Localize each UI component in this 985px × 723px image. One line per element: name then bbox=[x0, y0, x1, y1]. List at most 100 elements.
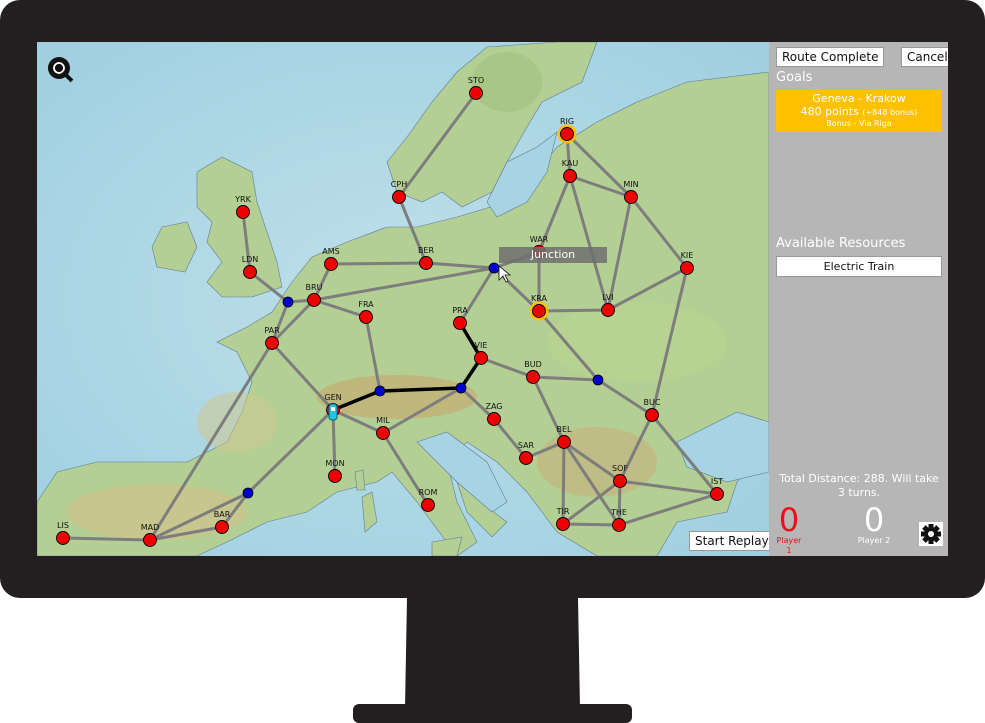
city-label: ZAG bbox=[485, 402, 502, 411]
junction-node[interactable] bbox=[374, 385, 386, 397]
city-label: GEN bbox=[324, 393, 341, 402]
player1-label: Player 1 bbox=[776, 536, 802, 555]
city-label: KIE bbox=[681, 251, 694, 260]
city-label: WAR bbox=[530, 235, 549, 244]
city-node[interactable] bbox=[359, 310, 373, 324]
junction-node[interactable] bbox=[242, 487, 254, 499]
city-node[interactable] bbox=[243, 265, 257, 279]
city-node[interactable] bbox=[680, 261, 694, 275]
city-label: BRU bbox=[306, 283, 323, 292]
cancel-button[interactable]: Cancel bbox=[901, 47, 948, 67]
city-label: KRA bbox=[531, 294, 547, 303]
city-node[interactable] bbox=[324, 257, 338, 271]
city-node[interactable] bbox=[526, 370, 540, 384]
total-distance: Total Distance: 288. Will take 3 turns. bbox=[779, 472, 939, 499]
goal-points: 480 points bbox=[800, 105, 859, 118]
city-node[interactable] bbox=[612, 518, 626, 532]
city-node[interactable] bbox=[421, 498, 435, 512]
city-label: ROM bbox=[419, 488, 438, 497]
city-node[interactable] bbox=[265, 336, 279, 350]
city-label: MIN bbox=[623, 180, 638, 189]
player1-score-block: 0 Player 1 bbox=[774, 504, 804, 556]
route-complete-button[interactable]: Route Complete bbox=[776, 47, 885, 67]
city-node[interactable] bbox=[56, 531, 70, 545]
route-TIR-THE[interactable] bbox=[562, 522, 620, 527]
start-replay-button[interactable]: Start Replay bbox=[689, 531, 775, 551]
city-kra[interactable]: KRA bbox=[529, 294, 549, 321]
city-label: SAR bbox=[518, 441, 535, 450]
city-label: BUC bbox=[644, 398, 661, 407]
city-node[interactable] bbox=[469, 86, 483, 100]
city-node[interactable] bbox=[143, 533, 157, 547]
city-node[interactable] bbox=[645, 408, 659, 422]
route-MAD-LIS[interactable] bbox=[62, 536, 151, 542]
city-node[interactable] bbox=[624, 190, 638, 204]
city-label: LIS bbox=[57, 521, 69, 530]
city-label: THE bbox=[610, 508, 627, 517]
junction-tooltip: Junction bbox=[499, 247, 607, 263]
city-node[interactable] bbox=[557, 435, 571, 449]
city-label: MIL bbox=[376, 416, 390, 425]
gear-icon[interactable] bbox=[919, 522, 943, 546]
city-node[interactable] bbox=[474, 351, 488, 365]
city-node[interactable] bbox=[328, 469, 342, 483]
city-node[interactable] bbox=[307, 293, 321, 307]
city-node[interactable] bbox=[613, 474, 627, 488]
city-label: MON bbox=[325, 459, 344, 468]
city-label: IST bbox=[711, 477, 723, 486]
city-node[interactable] bbox=[419, 256, 433, 270]
city-label: VIE bbox=[475, 341, 488, 350]
city-vie[interactable]: VIE bbox=[474, 341, 488, 365]
city-label: PRA bbox=[452, 306, 468, 315]
junction-node[interactable] bbox=[282, 296, 294, 308]
city-node[interactable] bbox=[710, 487, 724, 501]
junction-node[interactable] bbox=[488, 262, 500, 274]
resources-heading: Available Resources bbox=[776, 236, 906, 251]
city-label: BEL bbox=[557, 425, 573, 434]
city-node[interactable] bbox=[601, 303, 615, 317]
city-node[interactable] bbox=[392, 190, 406, 204]
city-label: BER bbox=[418, 246, 435, 255]
city-label: LVI bbox=[602, 293, 613, 302]
game-screen: STO RIG KAU MIN CPH YRK AMS BER WAR KIE LDN BRU FRA K… bbox=[37, 42, 948, 556]
player2-score: 0 bbox=[863, 501, 885, 539]
europe-map[interactable]: STO RIG KAU MIN CPH YRK AMS BER WAR KIE LDN BRU FRA K… bbox=[37, 42, 769, 556]
city-lvi[interactable]: LVI bbox=[601, 293, 615, 317]
junction-node[interactable] bbox=[455, 382, 467, 394]
city-node[interactable] bbox=[560, 127, 574, 141]
player1-score: 0 bbox=[778, 501, 800, 539]
city-node[interactable] bbox=[376, 426, 390, 440]
city-label: AMS bbox=[322, 247, 339, 256]
city-label: TIR bbox=[556, 507, 570, 516]
city-label: BUD bbox=[524, 360, 542, 369]
city-node[interactable] bbox=[487, 412, 501, 426]
player2-label: Player 2 bbox=[857, 536, 891, 545]
city-node[interactable] bbox=[215, 520, 229, 534]
city-node[interactable] bbox=[236, 205, 250, 219]
city-kie[interactable]: KIE bbox=[680, 251, 694, 275]
city-label: STO bbox=[468, 76, 484, 85]
goal-bonus-points: (+848 bonus) bbox=[862, 108, 918, 117]
goal-card[interactable]: Geneva - Krakow 480 points (+848 bonus) … bbox=[776, 90, 942, 132]
route-KRA-LVI[interactable] bbox=[538, 308, 609, 313]
city-label: SOF bbox=[612, 464, 628, 473]
city-label: KAU bbox=[562, 159, 579, 168]
city-node[interactable] bbox=[532, 304, 546, 318]
city-label: YRK bbox=[234, 195, 251, 204]
resource-electric-train[interactable]: Electric Train bbox=[776, 256, 942, 277]
junction-node[interactable] bbox=[592, 374, 604, 386]
city-node[interactable] bbox=[556, 517, 570, 531]
city-label: LDN bbox=[242, 255, 259, 264]
city-node[interactable] bbox=[453, 316, 467, 330]
city-label: FRA bbox=[358, 300, 374, 309]
city-label: PAR bbox=[264, 326, 280, 335]
city-node[interactable] bbox=[519, 451, 533, 465]
city-lis[interactable]: LIS bbox=[56, 521, 70, 545]
train-icon[interactable] bbox=[328, 403, 338, 421]
side-panel: Route Complete Cancel Goals Geneva - Kra… bbox=[769, 42, 948, 556]
city-rig[interactable]: RIG bbox=[557, 117, 577, 144]
goal-route: Geneva - Krakow bbox=[812, 92, 906, 105]
city-node[interactable] bbox=[563, 169, 577, 183]
route-AMS-BER[interactable] bbox=[330, 261, 427, 266]
city-ist[interactable]: IST bbox=[710, 477, 724, 501]
